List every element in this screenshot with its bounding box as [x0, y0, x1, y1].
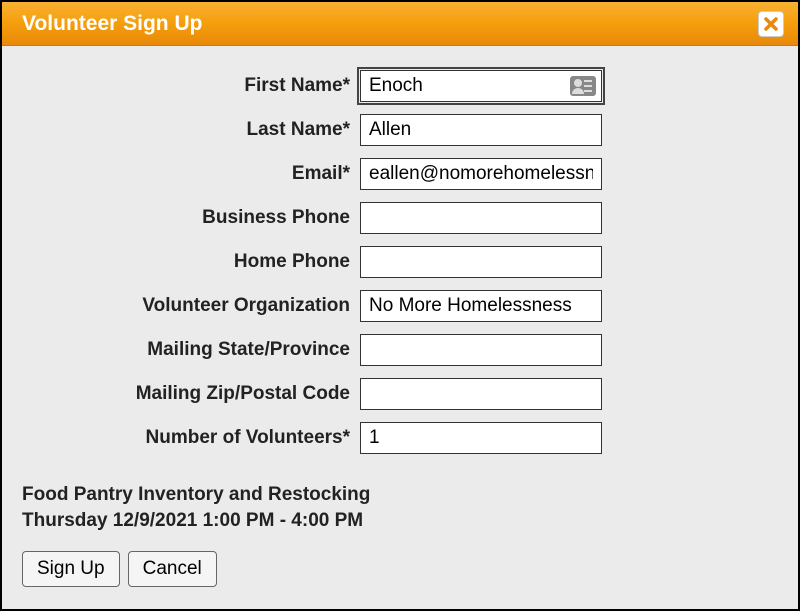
form-row-num-volunteers: Number of Volunteers* [22, 422, 778, 454]
first-name-label: First Name* [22, 75, 360, 97]
button-row: Sign Up Cancel [22, 551, 778, 587]
modal-title: Volunteer Sign Up [22, 12, 202, 36]
form-row-first-name: First Name* [22, 70, 778, 102]
first-name-input[interactable] [360, 70, 602, 102]
mailing-state-input[interactable] [360, 334, 602, 366]
form-row-business-phone: Business Phone [22, 202, 778, 234]
mailing-state-label: Mailing State/Province [22, 339, 360, 361]
business-phone-label: Business Phone [22, 207, 360, 229]
first-name-input-wrapper [360, 70, 602, 102]
volunteer-org-label: Volunteer Organization [22, 295, 360, 317]
form-row-last-name: Last Name* [22, 114, 778, 146]
form-row-email: Email* [22, 158, 778, 190]
mailing-zip-input[interactable] [360, 378, 602, 410]
cancel-button[interactable]: Cancel [128, 551, 217, 587]
email-label: Email* [22, 163, 360, 185]
mailing-zip-label: Mailing Zip/Postal Code [22, 383, 360, 405]
email-input[interactable] [360, 158, 602, 190]
event-info: Food Pantry Inventory and Restocking Thu… [22, 482, 778, 533]
modal-header: Volunteer Sign Up [2, 2, 798, 46]
form-row-mailing-state: Mailing State/Province [22, 334, 778, 366]
close-button[interactable] [758, 11, 784, 37]
event-name: Food Pantry Inventory and Restocking [22, 482, 778, 508]
home-phone-input[interactable] [360, 246, 602, 278]
volunteer-signup-modal: Volunteer Sign Up First Name* Last Name*… [0, 0, 800, 611]
last-name-label: Last Name* [22, 119, 360, 141]
num-volunteers-input[interactable] [360, 422, 602, 454]
contact-card-icon[interactable] [570, 76, 596, 96]
num-volunteers-label: Number of Volunteers* [22, 427, 360, 449]
home-phone-label: Home Phone [22, 251, 360, 273]
modal-body: First Name* Last Name* Email* Business P… [2, 46, 798, 607]
form-row-volunteer-org: Volunteer Organization [22, 290, 778, 322]
volunteer-org-input[interactable] [360, 290, 602, 322]
signup-button[interactable]: Sign Up [22, 551, 120, 587]
form-row-mailing-zip: Mailing Zip/Postal Code [22, 378, 778, 410]
event-datetime: Thursday 12/9/2021 1:00 PM - 4:00 PM [22, 508, 778, 534]
form-row-home-phone: Home Phone [22, 246, 778, 278]
last-name-input[interactable] [360, 114, 602, 146]
business-phone-input[interactable] [360, 202, 602, 234]
close-icon [763, 16, 779, 32]
